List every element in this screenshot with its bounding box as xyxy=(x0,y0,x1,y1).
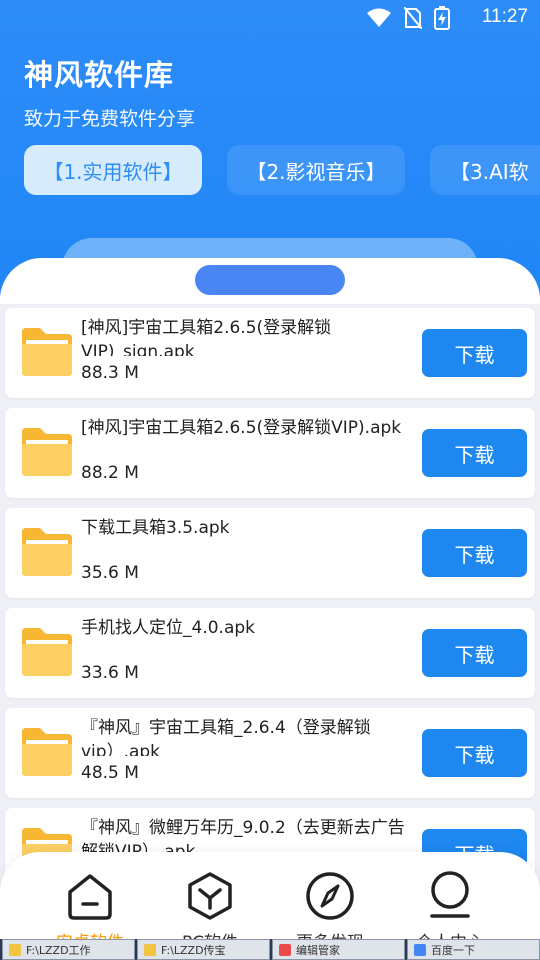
battery-charging-icon xyxy=(434,6,450,30)
tab-ai-software[interactable]: 【3.AI软 xyxy=(430,145,540,195)
taskbar-item[interactable]: 百度一下 xyxy=(407,939,540,960)
bottom-nav: 安卓软件 PC软件 更多发现 个人中心 xyxy=(0,852,540,953)
taskbar-item[interactable]: F:\LZZD传宝 xyxy=(137,939,270,960)
download-button[interactable]: 下载 xyxy=(422,629,527,677)
taskbar-item[interactable]: 编辑管家 xyxy=(272,939,405,960)
folder-icon xyxy=(20,326,74,378)
folder-icon xyxy=(20,626,74,678)
app-icon xyxy=(279,943,291,956)
file-name: 『神风』宇宙工具箱_2.6.4（登录解锁vip）.apk xyxy=(81,718,371,756)
file-card[interactable]: 手机找人定位_4.0.apk 33.6 M 下载 xyxy=(5,608,535,698)
folder-icon xyxy=(20,526,74,578)
tab-video-music[interactable]: 【2.影视音乐】 xyxy=(227,145,405,195)
file-name: 『神风』微鲤万年历_9.0.2（去更新去广告解锁VIP）.apk xyxy=(81,818,405,856)
tab-utility-software[interactable]: 【1.实用软件】 xyxy=(24,145,202,195)
nav-item-discover[interactable]: 更多发现 xyxy=(280,870,380,953)
sheet-top xyxy=(0,258,540,304)
file-card[interactable]: 下载工具箱3.5.apk 35.6 M 下载 xyxy=(5,508,535,598)
box-icon xyxy=(188,872,232,920)
download-button[interactable]: 下载 xyxy=(422,729,527,777)
file-card[interactable]: 『神风』宇宙工具箱_2.6.4（登录解锁vip）.apk 48.5 M 下载 xyxy=(5,708,535,798)
app-icon xyxy=(9,943,21,956)
taskbar-label: F:\LZZD传宝 xyxy=(161,943,226,957)
category-tabs: 【1.实用软件】 【2.影视音乐】 【3.AI软 xyxy=(24,145,540,195)
app-icon xyxy=(414,943,426,956)
taskbar-label: 百度一下 xyxy=(431,943,475,957)
drag-handle[interactable] xyxy=(195,265,345,295)
file-name: 下载工具箱3.5.apk xyxy=(81,518,230,538)
wifi-icon xyxy=(367,8,391,27)
file-name: 手机找人定位_4.0.apk xyxy=(81,618,255,638)
taskbar-label: F:\LZZD工作 xyxy=(26,943,91,957)
download-button[interactable]: 下载 xyxy=(422,529,527,577)
nav-item-android-software[interactable]: 安卓软件 xyxy=(40,870,140,953)
file-size: 48.5 M xyxy=(81,763,139,783)
nav-item-profile[interactable]: 个人中心 xyxy=(400,870,500,953)
folder-icon xyxy=(20,426,74,478)
download-button[interactable]: 下载 xyxy=(422,429,527,477)
download-button[interactable]: 下载 xyxy=(422,329,527,377)
no-sim-icon xyxy=(404,7,422,29)
user-icon xyxy=(430,871,470,918)
taskbar-label: 编辑管家 xyxy=(296,943,340,957)
app-subtitle: 致力于免费软件分享 xyxy=(24,108,196,130)
file-card[interactable]: [神风]宇宙工具箱2.6.5(登录解锁VIP).apk 88.2 M 下载 xyxy=(5,408,535,498)
compass-icon xyxy=(306,872,354,920)
file-size: 88.2 M xyxy=(81,463,139,483)
status-time: 11:27 xyxy=(481,6,528,27)
folder-icon xyxy=(20,726,74,778)
file-size: 88.3 M xyxy=(81,363,139,383)
nav-item-pc-software[interactable]: PC软件 xyxy=(160,870,260,953)
file-size: 33.6 M xyxy=(81,663,139,683)
home-icon xyxy=(68,874,112,920)
file-size: 35.6 M xyxy=(81,563,139,583)
file-name: [神风]宇宙工具箱2.6.5(登录解锁VIP)_sign.apk xyxy=(81,318,332,356)
app-icon xyxy=(144,943,156,956)
file-name: [神风]宇宙工具箱2.6.5(登录解锁VIP).apk xyxy=(81,418,402,438)
taskbar: F:\LZZD工作 F:\LZZD传宝 编辑管家 百度一下 xyxy=(0,939,540,960)
app-title: 神风软件库 xyxy=(24,58,175,92)
file-card[interactable]: [神风]宇宙工具箱2.6.5(登录解锁VIP)_sign.apk 88.3 M 下载 xyxy=(5,308,535,398)
status-bar: 11:27 xyxy=(0,0,540,36)
taskbar-item[interactable]: F:\LZZD工作 xyxy=(2,939,135,960)
